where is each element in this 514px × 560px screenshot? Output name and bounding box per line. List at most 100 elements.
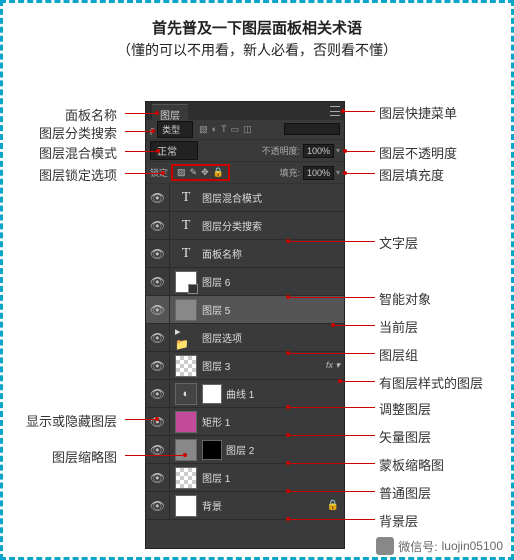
callout-line <box>288 519 375 520</box>
layers-panel: 图层 ρ 类型 ▧ ◐ T ▭ ◫ 正常 不透明度: 100% ▾ 锁定 ▨ ✎… <box>145 101 345 549</box>
lock-all-icon[interactable]: 🔒 <box>213 167 224 178</box>
layer-thumb <box>175 299 197 321</box>
layer-row[interactable]: 👁▸ 📁 图层选项 <box>146 324 344 352</box>
visibility-toggle[interactable]: 👁 <box>146 492 170 519</box>
opacity-arrow-icon[interactable]: ▾ <box>336 146 340 155</box>
layer-row[interactable]: 👁◐曲线 1 <box>146 380 344 408</box>
callout-line <box>333 325 375 326</box>
mask-thumb <box>202 384 222 404</box>
smartobject-thumb <box>175 271 197 293</box>
callout-label: 图层快捷菜单 <box>379 103 457 122</box>
filter-search[interactable] <box>284 123 340 135</box>
visibility-toggle[interactable]: 👁 <box>146 380 170 407</box>
callout-label: 普通图层 <box>379 483 431 502</box>
visibility-toggle[interactable]: 👁 <box>146 324 170 351</box>
title-line1: 首先普及一下图层面板相关术语 <box>3 17 511 38</box>
layer-name[interactable]: 图层 6 <box>202 274 344 289</box>
lock-transparent-icon[interactable]: ▨ <box>177 167 186 178</box>
filter-pixel-icon[interactable]: ▧ <box>199 124 208 135</box>
panel-menu-icon[interactable] <box>330 106 340 116</box>
callout-line <box>125 419 157 420</box>
layer-name[interactable]: 图层分类搜索 <box>202 218 344 233</box>
text-layer-icon: T <box>175 215 197 237</box>
callout-line <box>345 173 375 174</box>
layer-row[interactable]: 👁 图层 6 <box>146 268 344 296</box>
layer-name[interactable]: 图层 2 <box>226 442 344 457</box>
callout-line <box>125 113 157 114</box>
callout-label: 矢量图层 <box>379 427 431 446</box>
callout-label: 有图层样式的图层 <box>379 373 483 392</box>
callout-label: 调整图层 <box>379 399 431 418</box>
layer-thumb <box>175 355 197 377</box>
filter-smart-icon[interactable]: ◫ <box>243 124 252 135</box>
lock-options: ▨ ✎ ✥ 🔒 <box>171 164 230 181</box>
filter-adjust-icon[interactable]: ◐ <box>212 124 217 135</box>
fill-arrow-icon[interactable]: ▾ <box>336 168 340 177</box>
fill-label: 填充: <box>279 166 300 179</box>
callout-line <box>288 435 375 436</box>
layer-name[interactable]: 图层混合模式 <box>202 190 344 205</box>
layer-thumb <box>175 467 197 489</box>
text-layer-icon: T <box>175 243 197 265</box>
fx-badge[interactable]: fx ▾ <box>326 360 340 371</box>
layer-name[interactable]: 图层 3 <box>202 358 326 373</box>
panel-header: 图层 <box>146 102 344 120</box>
text-layer-icon: T <box>175 187 197 209</box>
layer-name[interactable]: 图层 5 <box>202 302 344 317</box>
fill-value[interactable]: 100% <box>303 166 334 180</box>
visibility-toggle[interactable]: 👁 <box>146 268 170 295</box>
callout-line <box>343 111 375 112</box>
wechat-icon <box>376 537 394 555</box>
callout-line <box>125 151 158 152</box>
filter-type-select[interactable]: 类型 <box>157 121 193 138</box>
callout-line <box>288 353 375 354</box>
callout-label: 图层不透明度 <box>379 143 457 162</box>
layer-name[interactable]: 曲线 1 <box>226 386 344 401</box>
layer-row[interactable]: 👁 矩形 1 <box>146 408 344 436</box>
callout-line <box>288 297 375 298</box>
layer-name[interactable]: 图层 1 <box>202 470 344 485</box>
callout-label: 蒙板缩略图 <box>379 455 444 474</box>
blend-row: 正常 不透明度: 100% ▾ <box>146 140 344 162</box>
visibility-toggle[interactable]: 👁 <box>146 408 170 435</box>
visibility-toggle[interactable]: 👁 <box>146 184 170 211</box>
layer-name[interactable]: 面板名称 <box>202 246 344 261</box>
visibility-toggle[interactable]: 👁 <box>146 352 170 379</box>
folder-icon[interactable]: ▸ 📁 <box>175 327 197 349</box>
opacity-value[interactable]: 100% <box>303 144 334 158</box>
filter-shape-icon[interactable]: ▭ <box>231 124 240 135</box>
visibility-toggle[interactable]: 👁 <box>146 212 170 239</box>
layer-name[interactable]: 矩形 1 <box>202 414 344 429</box>
layer-name[interactable]: 图层选项 <box>202 330 344 345</box>
layer-row[interactable]: 👁 图层 5 <box>146 296 344 324</box>
callout-label: 图层填充度 <box>379 165 444 184</box>
footer-id: luojin05100 <box>442 539 503 553</box>
lock-position-icon[interactable]: ✥ <box>201 167 209 178</box>
layer-row[interactable]: 👁 背景🔒 <box>146 492 344 520</box>
mask-thumb <box>202 440 222 460</box>
title-line2: （懂的可以不用看，新人必看，否则看不懂） <box>3 40 511 60</box>
layer-name[interactable]: 背景 <box>202 498 327 513</box>
lock-pixels-icon[interactable]: ✎ <box>190 167 198 178</box>
callout-label: 面板名称 <box>9 105 117 124</box>
visibility-toggle[interactable]: 👁 <box>146 464 170 491</box>
visibility-toggle[interactable]: 👁 <box>146 436 170 463</box>
callout-label: 当前层 <box>379 317 418 336</box>
visibility-toggle[interactable]: 👁 <box>146 240 170 267</box>
layer-row[interactable]: 👁T 图层分类搜索 <box>146 212 344 240</box>
lock-icon: 🔒 <box>327 500 339 511</box>
layer-row[interactable]: 👁T 面板名称 <box>146 240 344 268</box>
layer-row[interactable]: 👁 图层 1 <box>146 464 344 492</box>
callout-label: 图层分类搜索 <box>9 123 117 142</box>
callout-line <box>288 463 375 464</box>
layer-row[interactable]: 👁T 图层混合模式 <box>146 184 344 212</box>
filter-text-icon[interactable]: T <box>221 124 227 135</box>
callout-line <box>125 455 185 456</box>
visibility-toggle[interactable]: 👁 <box>146 296 170 323</box>
layer-row[interactable]: 👁 图层 3fx ▾ <box>146 352 344 380</box>
callout-label: 图层缩略图 <box>9 447 117 466</box>
callout-label: 显示或隐藏图层 <box>9 411 117 430</box>
callout-label: 图层组 <box>379 345 418 364</box>
callout-label: 图层混合模式 <box>9 143 117 162</box>
layer-row[interactable]: 👁 图层 2 <box>146 436 344 464</box>
